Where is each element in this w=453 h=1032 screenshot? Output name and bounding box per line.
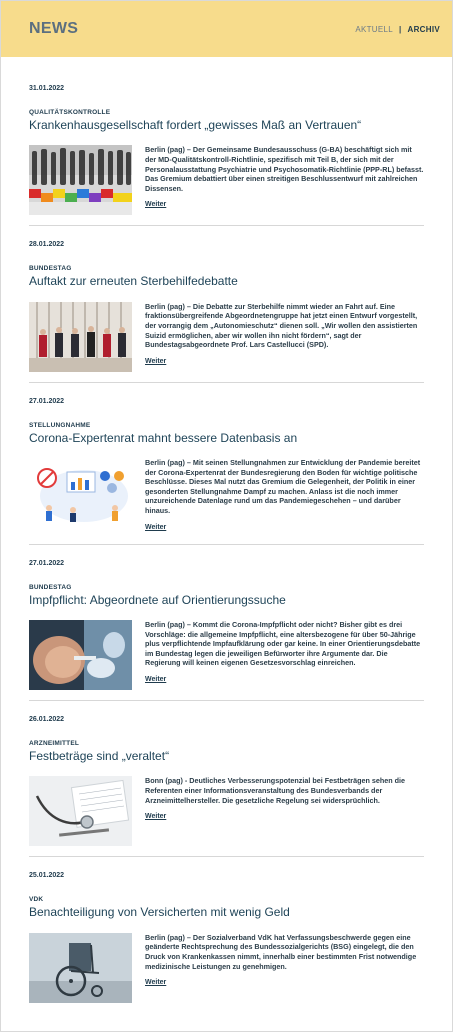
article-headline[interactable]: Festbeträge sind „veraltet“: [29, 749, 424, 763]
article-item: 27.01.2022 BUNDESTAG Impfpflicht: Abgeor…: [29, 559, 424, 702]
article-headline[interactable]: Krankenhausgesellschaft fordert „gewisse…: [29, 118, 424, 132]
news-panel: NEWS AKTUELL | ARCHIV 31.01.2022 QUALITÄ…: [0, 0, 453, 1032]
read-more-link[interactable]: Weiter: [145, 201, 166, 208]
article-category: QUALITÄTSKONTROLLE: [29, 109, 111, 116]
read-more-link[interactable]: Weiter: [145, 676, 166, 683]
news-nav: AKTUELL | ARCHIV: [355, 25, 440, 34]
article-headline[interactable]: Corona-Expertenrat mahnt bessere Datenba…: [29, 431, 424, 445]
article-headline[interactable]: Auftakt zur erneuten Sterbehilfedebatte: [29, 274, 424, 288]
crowd-figures-image: [29, 145, 132, 216]
vaccination-photo[interactable]: [29, 620, 132, 691]
read-more-link[interactable]: Weiter: [145, 524, 166, 531]
article-date: 26.01.2022: [29, 716, 65, 724]
article-item: 26.01.2022 ARZNEIMITTEL Festbeträge sind…: [29, 716, 424, 858]
politicians-image: [29, 301, 132, 372]
news-header: NEWS AKTUELL | ARCHIV: [1, 1, 452, 57]
read-more-link[interactable]: Weiter: [145, 979, 166, 986]
article-item: 27.01.2022 STELLUNGNAHME Corona-Experten…: [29, 398, 424, 545]
data-illustration-image: [29, 458, 132, 529]
data-illustration[interactable]: [29, 458, 132, 529]
read-more-link[interactable]: Weiter: [145, 813, 166, 820]
article-item: 25.01.2022 VDK Benachteiligung von Versi…: [29, 872, 424, 1012]
nav-separator: |: [398, 24, 402, 34]
read-more-link[interactable]: Weiter: [145, 358, 166, 365]
article-date: 27.01.2022: [29, 397, 65, 405]
article-teaser: Berlin (pag) – Die Debatte zur Sterbehil…: [145, 301, 418, 350]
nav-archive-link[interactable]: ARCHIV: [408, 25, 440, 34]
politicians-photo[interactable]: [29, 301, 132, 372]
article-category: VDK: [29, 896, 44, 904]
nav-current-link[interactable]: AKTUELL: [355, 25, 393, 34]
vaccination-image: [29, 620, 132, 691]
article-item: 28.01.2022 BUNDESTAG Auftakt zur erneute…: [29, 241, 424, 383]
stethoscope-image: [29, 776, 132, 847]
wheelchair-image: [29, 932, 132, 1003]
article-headline[interactable]: Impfpflicht: Abgeordnete auf Orientierun…: [29, 593, 424, 607]
article-date: 27.01.2022: [29, 559, 65, 567]
article-date: 31.01.2022: [29, 85, 65, 92]
article-teaser: Berlin (pag) – Kommt die Corona-Impfpfli…: [145, 620, 421, 668]
stethoscope-photo[interactable]: [29, 776, 132, 847]
article-date: 28.01.2022: [29, 241, 65, 249]
article-category: STELLUNGNAHME: [29, 421, 91, 429]
article-item: 31.01.2022 QUALITÄTSKONTROLLE Krankenhau…: [29, 85, 424, 227]
article-category: BUNDESTAG: [29, 265, 72, 273]
page-title: NEWS: [29, 20, 79, 37]
article-teaser: Berlin (pag) – Der Sozialverband VdK hat…: [145, 932, 417, 971]
article-category: ARZNEIMITTEL: [29, 740, 80, 748]
article-teaser: Berlin (pag) – Mit seinen Stellungnahmen…: [145, 458, 421, 516]
article-headline[interactable]: Benachteiligung von Versicherten mit wen…: [29, 905, 424, 919]
crowd-figures-photo[interactable]: [29, 145, 132, 216]
article-date: 25.01.2022: [29, 872, 65, 880]
article-teaser: Bonn (pag) - Deutliches Verbesserungspot…: [145, 776, 406, 805]
wheelchair-photo[interactable]: [29, 932, 132, 1003]
article-list: 31.01.2022 QUALITÄTSKONTROLLE Krankenhau…: [1, 57, 452, 1013]
article-category: BUNDESTAG: [29, 583, 72, 591]
article-teaser: Berlin (pag) – Der Gemeinsame Bundesauss…: [145, 145, 424, 193]
